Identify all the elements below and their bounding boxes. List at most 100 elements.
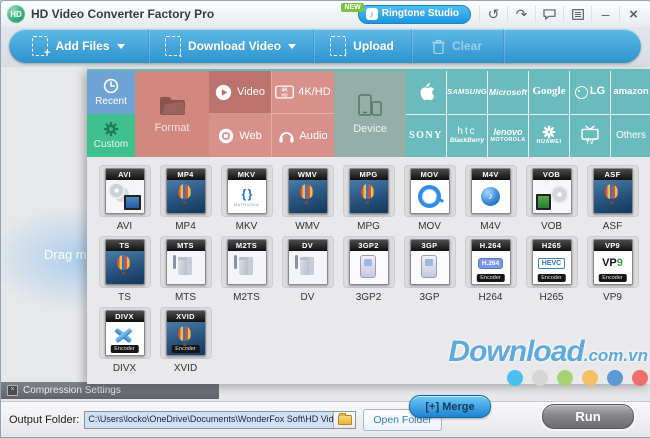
app-window: HD HD Video Converter Factory Pro NEW ♪ …: [0, 0, 650, 438]
huawei-flower-icon: [542, 125, 556, 140]
format-label: WMV: [295, 221, 320, 232]
clear-button[interactable]: Clear: [411, 29, 503, 63]
tab-custom-label: Custom: [93, 139, 129, 150]
brand-label: Others: [615, 129, 646, 141]
compression-settings-bar[interactable]: × Compression Settings: [1, 382, 219, 399]
brand-others[interactable]: Others: [611, 114, 650, 157]
format-item-mts[interactable]: MTS MTS: [155, 236, 216, 307]
svg-text:HD: HD: [282, 93, 288, 98]
tab-custom[interactable]: Custom: [87, 114, 135, 157]
format-item-divx[interactable]: DIVX Encoder DIVX: [94, 307, 155, 378]
format-item-asf[interactable]: ASF ASF: [582, 165, 643, 236]
format-item-ts[interactable]: TS TS: [94, 236, 155, 307]
vp9-file-icon: VP9 VP9 Encoder: [592, 239, 633, 285]
minimize-button[interactable]: –: [591, 6, 619, 22]
upload-button[interactable]: Upload: [313, 29, 411, 63]
browser-icon: [219, 128, 234, 143]
format-label: MOV: [418, 221, 441, 232]
upload-label: Upload: [353, 39, 394, 53]
tab-format[interactable]: Format: [135, 71, 209, 157]
format-label: M4V: [480, 221, 501, 232]
format-item-h264[interactable]: H.264 H.264 Encoder H264: [460, 236, 521, 307]
format-label: H264: [478, 292, 503, 303]
tab-recent[interactable]: Recent: [87, 71, 135, 114]
dv-file-icon: DV: [287, 239, 328, 285]
tab-audio-label: Audio: [299, 129, 328, 142]
brand-google[interactable]: Google: [529, 71, 569, 114]
format-item-avi[interactable]: AVI AVI: [94, 165, 155, 236]
format-item-h265[interactable]: H265 HEVC Encoder H265: [521, 236, 582, 307]
format-item-xvid[interactable]: XVID Encoder XVID: [155, 307, 216, 378]
mpg-file-icon: MPG: [348, 168, 389, 214]
format-label: DV: [300, 292, 315, 303]
merge-button[interactable]: [+] Merge: [409, 395, 491, 418]
tab-video[interactable]: Video: [209, 71, 271, 114]
brand-htc-blackberry[interactable]: htc BlackBerry: [447, 114, 487, 157]
menu-list-icon[interactable]: [563, 6, 591, 22]
run-button[interactable]: Run: [542, 404, 634, 429]
brand-apple[interactable]: [406, 71, 446, 114]
folder-icon: [337, 412, 352, 425]
tab-4k-hd[interactable]: 4K HD 4K/HD: [271, 71, 334, 114]
output-path-field[interactable]: C:\Users\locko\OneDrive\Documents\Wonder…: [84, 410, 357, 429]
format-item-3gp[interactable]: 3GP 3GP: [399, 236, 460, 307]
brand-lenovo-motorola[interactable]: lenovo MOTOROLA: [488, 114, 528, 157]
share-icon[interactable]: ↷: [507, 6, 535, 22]
brand-sublabel: BlackBerry: [449, 137, 485, 145]
folder-icon: [159, 96, 185, 115]
format-item-mkv[interactable]: MKV MATROSKA MKV: [216, 165, 277, 236]
clock-icon: [103, 78, 119, 94]
h264-file-icon: H.264 H.264 Encoder: [470, 239, 511, 285]
format-item-m2ts[interactable]: M2TS M2TS: [216, 236, 277, 307]
brand-huawei[interactable]: HUAWEI: [529, 114, 569, 157]
format-label: M2TS: [233, 292, 260, 303]
browse-folder-button[interactable]: [333, 411, 356, 428]
brand-tv[interactable]: TV: [570, 114, 610, 157]
format-item-m4v[interactable]: M4V M4V: [460, 165, 521, 236]
format-item-mpg[interactable]: MPG MPG: [338, 165, 399, 236]
titlebar: HD HD Video Converter Factory Pro NEW ♪ …: [1, 1, 650, 28]
drop-area-hint: Drag m: [44, 247, 87, 262]
tab-web[interactable]: Web: [209, 114, 271, 157]
format-label: MTS: [174, 292, 197, 303]
tab-4k-hd-label: 4K/HD: [298, 86, 331, 98]
format-item-3gp2[interactable]: 3GP2 3GP2: [338, 236, 399, 307]
brand-samsung[interactable]: SAMSUNG: [447, 71, 487, 114]
format-item-mp4[interactable]: MP4 MP4: [155, 165, 216, 236]
undo-icon[interactable]: ↺: [479, 6, 507, 22]
brand-amazon[interactable]: amazon: [611, 71, 650, 114]
play-icon: [215, 84, 232, 100]
hevc-badge: HEVC: [537, 257, 566, 269]
format-item-wmv[interactable]: WMV WMV: [277, 165, 338, 236]
m2ts-file-icon: M2TS: [226, 239, 267, 285]
brand-label: Microsoft: [488, 86, 528, 97]
encoder-label: Encoder: [110, 345, 139, 353]
device-icon: [358, 94, 382, 116]
headphones-icon: [279, 132, 295, 143]
brand-label: TV: [585, 139, 595, 146]
tab-audio[interactable]: Audio: [271, 114, 334, 157]
output-path-value[interactable]: C:\Users\locko\OneDrive\Documents\Wonder…: [85, 411, 334, 428]
format-item-vob[interactable]: VOB VOB: [521, 165, 582, 236]
format-item-vp9[interactable]: VP9 VP9 Encoder VP9: [582, 236, 643, 307]
gear-icon: [103, 121, 119, 137]
ringtone-studio-button[interactable]: ♪ Ringtone Studio: [357, 4, 471, 24]
brand-microsoft[interactable]: Microsoft: [488, 71, 528, 114]
tab-web-label: Web: [239, 129, 262, 142]
ringtone-label: Ringtone Studio: [381, 8, 459, 19]
tab-device[interactable]: Device: [334, 71, 406, 157]
close-button[interactable]: ×: [619, 6, 650, 23]
format-item-mov[interactable]: MOV MOV: [399, 165, 460, 236]
asf-file-icon: ASF: [592, 168, 633, 214]
format-item-dv[interactable]: DV DV: [277, 236, 338, 307]
add-files-label: Add Files: [55, 39, 110, 53]
feedback-icon[interactable]: [535, 6, 563, 22]
xvid-file-icon: XVID Encoder: [165, 310, 206, 356]
brand-label: HUAWEI: [536, 139, 562, 146]
h265-file-icon: H265 HEVC Encoder: [531, 239, 572, 285]
clear-label: Clear: [451, 39, 483, 53]
brand-lg[interactable]: LG: [570, 71, 610, 114]
download-video-button[interactable]: Download Video: [148, 29, 313, 63]
brand-sony[interactable]: SONY: [406, 114, 446, 157]
add-files-button[interactable]: Add Files: [9, 29, 148, 63]
